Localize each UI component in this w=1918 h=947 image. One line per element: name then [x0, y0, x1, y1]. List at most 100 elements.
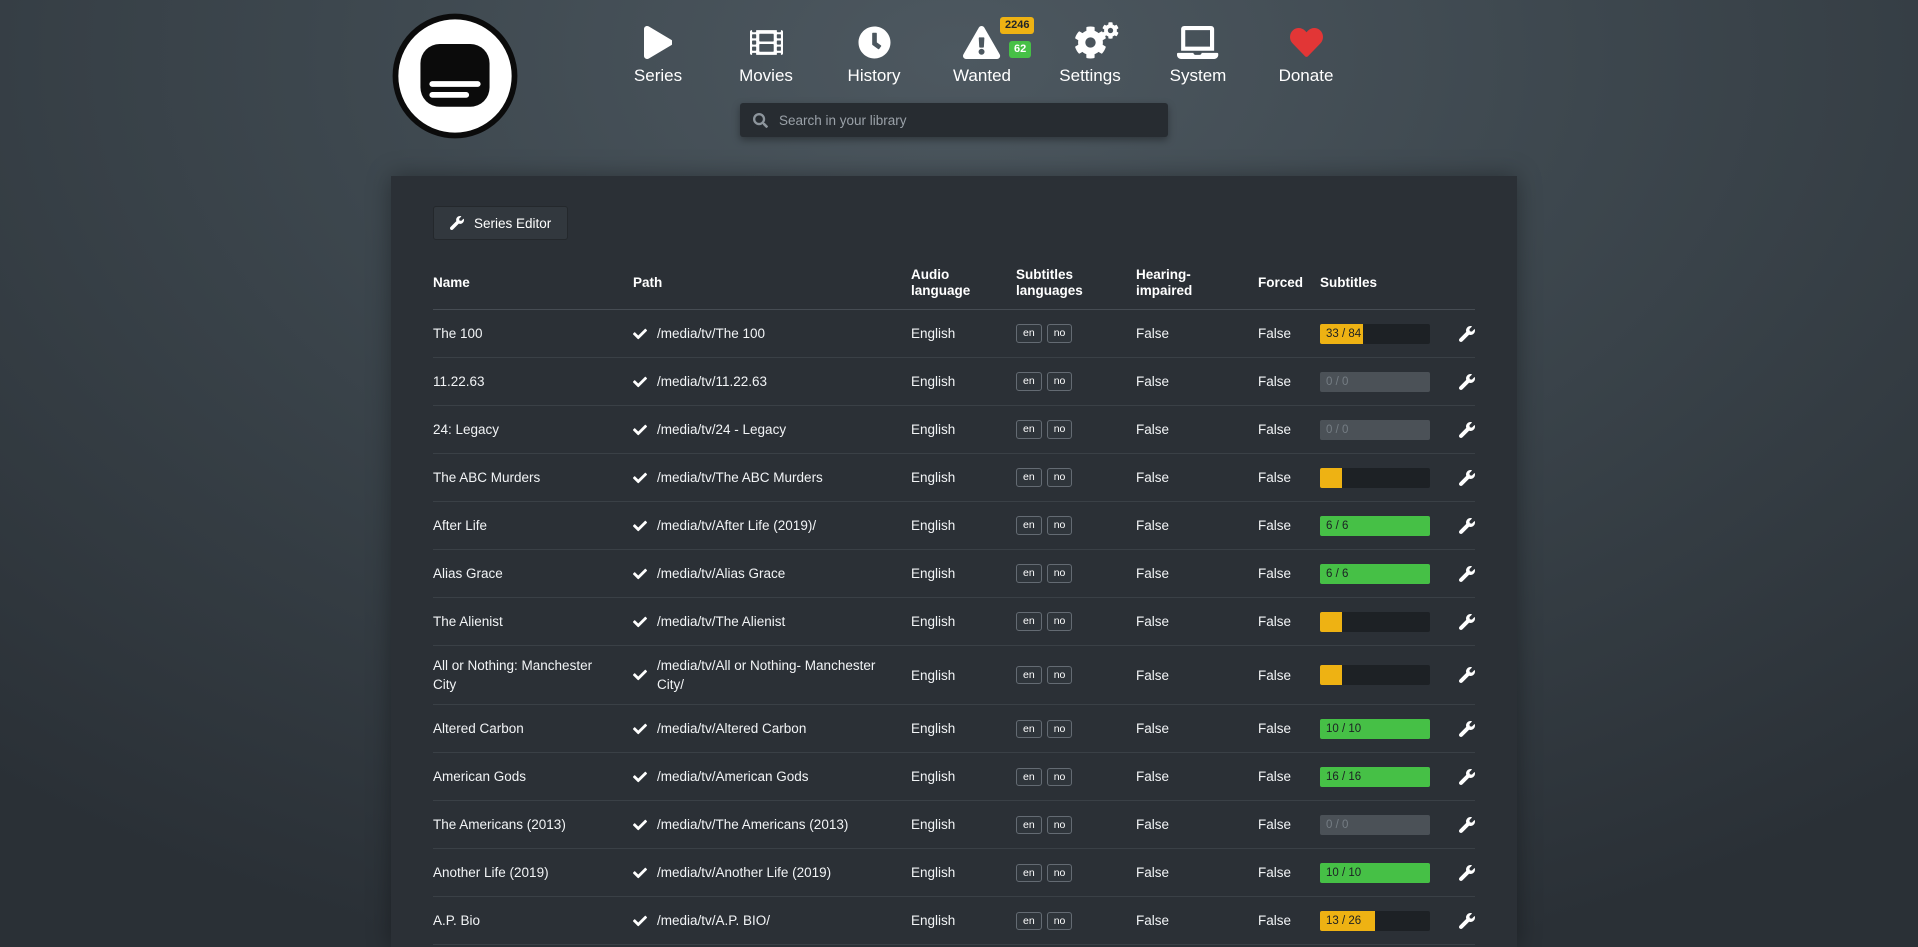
row-actions [1459, 865, 1475, 881]
subtitle-language-badges: enno [1016, 516, 1136, 535]
subtitles-progress: 10 / 10 [1320, 719, 1430, 739]
nav-item-settings[interactable]: Settings [1036, 26, 1144, 86]
series-table-header: Name Path Audio language Subtitles langu… [433, 256, 1475, 310]
wrench-icon[interactable] [1459, 667, 1475, 683]
library-search[interactable] [740, 103, 1168, 137]
subtitles-progress: 0 / 0 [1320, 420, 1430, 440]
series-name[interactable]: Alias Grace [433, 564, 633, 583]
series-path: /media/tv/11.22.63 [633, 372, 911, 391]
subtitle-language-badges: enno [1016, 864, 1136, 883]
series-name[interactable]: After Life [433, 516, 633, 535]
wrench-icon[interactable] [1459, 721, 1475, 737]
clock-icon [858, 26, 891, 59]
series-path-text: /media/tv/The 100 [657, 324, 765, 343]
language-badge: no [1047, 666, 1073, 685]
laptop-icon [1177, 26, 1218, 59]
check-icon [633, 722, 647, 736]
bazarr-logo[interactable] [391, 12, 519, 140]
wrench-icon[interactable] [1459, 614, 1475, 630]
table-row: A.P. Bio /media/tv/A.P. BIO/ English enn… [433, 897, 1475, 945]
series-path-text: /media/tv/American Gods [657, 767, 809, 786]
audio-language: English [911, 420, 1016, 439]
series-table: Name Path Audio language Subtitles langu… [433, 256, 1475, 945]
series-path: /media/tv/The ABC Murders [633, 468, 911, 487]
series-name[interactable]: Another Life (2019) [433, 863, 633, 882]
row-actions [1459, 326, 1475, 342]
row-actions [1459, 614, 1475, 630]
forced-value: False [1258, 612, 1320, 631]
forced-value: False [1258, 324, 1320, 343]
wrench-icon[interactable] [1459, 913, 1475, 929]
row-actions [1459, 518, 1475, 534]
series-path-text: /media/tv/Altered Carbon [657, 719, 806, 738]
wrench-icon[interactable] [1459, 769, 1475, 785]
wrench-icon[interactable] [1459, 326, 1475, 342]
wrench-icon[interactable] [1459, 470, 1475, 486]
series-path: /media/tv/All or Nothing- Manchester Cit… [633, 656, 911, 694]
audio-language: English [911, 863, 1016, 882]
subtitles-progress-label: 33 / 84 [1326, 324, 1361, 344]
series-name[interactable]: The Alienist [433, 612, 633, 631]
forced-value: False [1258, 666, 1320, 685]
series-name[interactable]: 24: Legacy [433, 420, 633, 439]
check-icon [633, 615, 647, 629]
nav-item-movies[interactable]: Movies [712, 26, 820, 86]
series-name[interactable]: The Americans (2013) [433, 815, 633, 834]
language-badge: en [1016, 324, 1042, 343]
wrench-icon[interactable] [1459, 374, 1475, 390]
wrench-icon[interactable] [1459, 817, 1475, 833]
hearing-impaired: False [1136, 324, 1258, 343]
series-path-text: /media/tv/Alias Grace [657, 564, 785, 583]
subtitles-progress-label: 16 / 16 [1326, 767, 1361, 787]
wrench-icon [450, 216, 464, 230]
series-path: /media/tv/After Life (2019)/ [633, 516, 911, 535]
search-input[interactable] [779, 113, 1155, 128]
subtitles-progress-label: 6 / 6 [1326, 564, 1348, 584]
series-name[interactable]: The 100 [433, 324, 633, 343]
table-row: Another Life (2019) /media/tv/Another Li… [433, 849, 1475, 897]
audio-language: English [911, 468, 1016, 487]
language-badge: no [1047, 612, 1073, 631]
series-name[interactable]: American Gods [433, 767, 633, 786]
series-editor-button[interactable]: Series Editor [433, 206, 568, 240]
subtitles-progress-fill [1320, 468, 1342, 488]
series-name[interactable]: Altered Carbon [433, 719, 633, 738]
nav-item-system[interactable]: System [1144, 26, 1252, 86]
subtitle-language-badges: enno [1016, 666, 1136, 685]
nav-item-series[interactable]: Series [604, 26, 712, 86]
nav-item-donate[interactable]: Donate [1252, 26, 1360, 86]
subtitles-cell: 10 / 10 [1320, 719, 1457, 739]
subtitles-progress: 16 / 16 [1320, 767, 1430, 787]
series-path-text: /media/tv/The Alienist [657, 612, 785, 631]
header-forced: Forced [1258, 275, 1320, 291]
language-badge: no [1047, 516, 1073, 535]
gear-small-icon [1102, 22, 1119, 39]
wrench-icon[interactable] [1459, 422, 1475, 438]
language-badge: no [1047, 564, 1073, 583]
series-table-body: The 100 /media/tv/The 100 English enno F… [433, 310, 1475, 945]
wrench-icon[interactable] [1459, 865, 1475, 881]
series-name[interactable]: 11.22.63 [433, 372, 633, 391]
series-name[interactable]: A.P. Bio [433, 911, 633, 930]
audio-language: English [911, 767, 1016, 786]
subtitle-language-badges: enno [1016, 912, 1136, 931]
language-badge: en [1016, 720, 1042, 739]
wrench-icon[interactable] [1459, 518, 1475, 534]
series-name[interactable]: The ABC Murders [433, 468, 633, 487]
audio-language: English [911, 719, 1016, 738]
hearing-impaired: False [1136, 911, 1258, 930]
language-badge: en [1016, 864, 1042, 883]
check-icon [633, 866, 647, 880]
table-row: 11.22.63 /media/tv/11.22.63 English enno… [433, 358, 1475, 406]
wrench-icon[interactable] [1459, 566, 1475, 582]
subtitles-progress-label: 10 / 10 [1326, 863, 1361, 883]
series-name[interactable]: All or Nothing: Manchester City [433, 656, 633, 694]
series-path: /media/tv/The Alienist [633, 612, 911, 631]
forced-value: False [1258, 863, 1320, 882]
film-icon [750, 26, 783, 59]
nav-item-history[interactable]: History [820, 26, 928, 86]
subtitle-language-badges: enno [1016, 564, 1136, 583]
series-path-text: /media/tv/After Life (2019)/ [657, 516, 816, 535]
nav-item-wanted[interactable]: 2246 62 Wanted [928, 26, 1036, 86]
table-row: The Americans (2013) /media/tv/The Ameri… [433, 801, 1475, 849]
